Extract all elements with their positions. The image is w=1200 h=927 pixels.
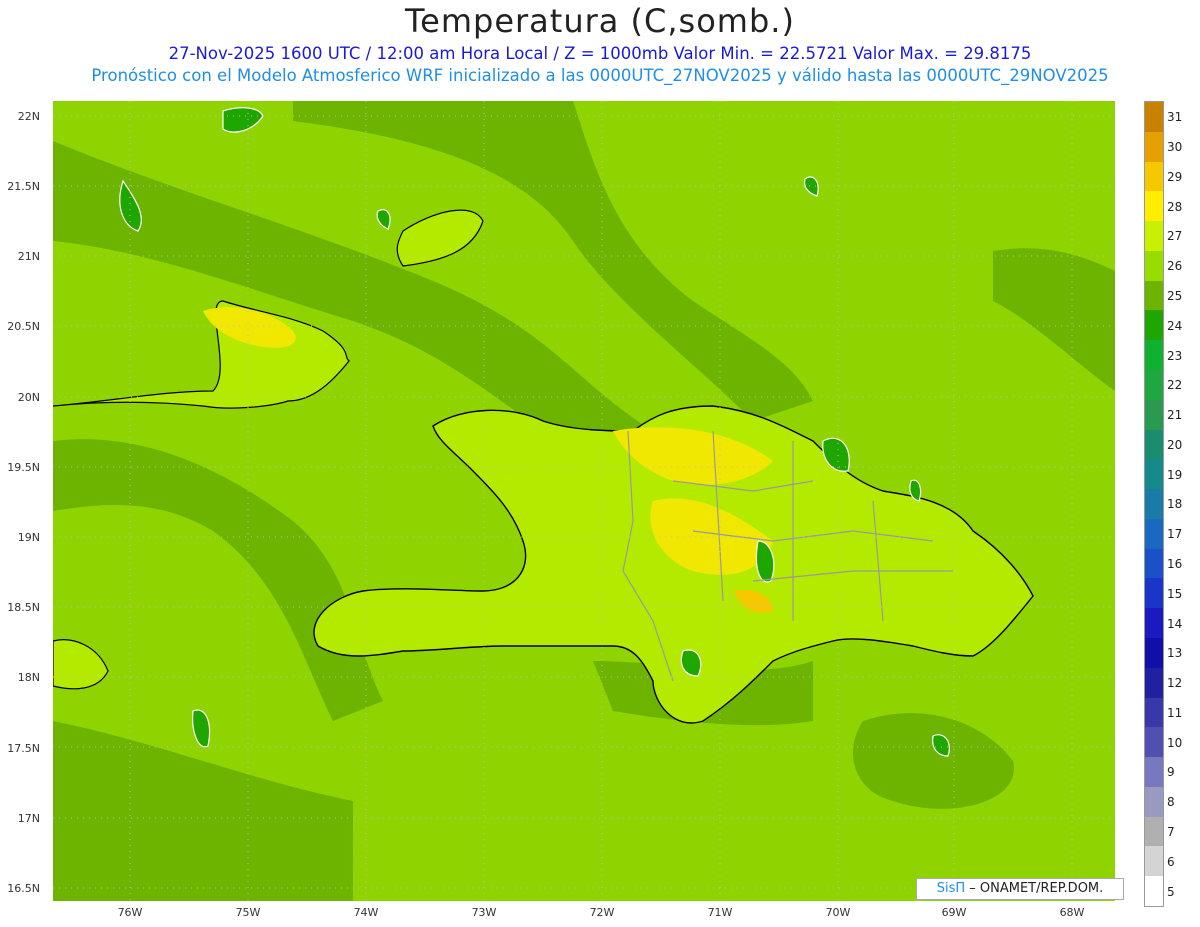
colorbar-segment <box>1145 310 1163 341</box>
lat-label-16-5n: 16.5N <box>7 882 40 895</box>
colorbar-label: 27 <box>1167 229 1183 244</box>
colorbar-segment <box>1145 846 1163 877</box>
colorbar-label: 30 <box>1167 140 1183 155</box>
shade-band-south <box>53 721 353 901</box>
colorbar-label: 25 <box>1167 289 1183 304</box>
lat-label-21-5n: 21.5N <box>7 180 40 193</box>
lat-label-19n: 19N <box>17 531 40 544</box>
colorbar-label: 29 <box>1167 169 1183 184</box>
lat-label-21n: 21N <box>17 250 40 263</box>
colorbar-label: 11 <box>1167 705 1183 720</box>
colorbar-segment <box>1145 816 1163 847</box>
colorbar-label: 31 <box>1167 110 1183 125</box>
colorbar-label: 19 <box>1167 467 1183 482</box>
lat-label-20n: 20N <box>17 391 40 404</box>
credit-brand: SisΠ <box>936 881 966 896</box>
jamaica-landmass <box>53 639 109 690</box>
lon-label-74w: 74W <box>353 906 379 919</box>
temperature-colorbar <box>1144 101 1164 907</box>
lon-label-76w: 76W <box>117 906 143 919</box>
lat-label-18-5n: 18.5N <box>7 601 40 614</box>
colorbar-segment <box>1145 548 1163 579</box>
colorbar-label: 20 <box>1167 437 1183 452</box>
colorbar-label: 7 <box>1167 825 1175 840</box>
colorbar-label: 8 <box>1167 795 1175 810</box>
colorbar-label: 18 <box>1167 497 1183 512</box>
colorbar-label: 9 <box>1167 765 1175 780</box>
colorbar-segment <box>1145 786 1163 818</box>
shade-blob-southeast <box>853 713 1014 809</box>
lon-label-68w: 68W <box>1059 906 1085 919</box>
colorbar-segment <box>1145 757 1163 788</box>
lon-label-71w: 71W <box>707 906 733 919</box>
colorbar-segment <box>1145 638 1163 669</box>
colorbar-segment <box>1145 250 1163 282</box>
colorbar-label: 21 <box>1167 408 1183 423</box>
colorbar-label: 6 <box>1167 854 1175 869</box>
lat-label-22n: 22N <box>17 110 40 123</box>
colorbar-label: 23 <box>1167 348 1183 363</box>
colorbar-label: 13 <box>1167 646 1183 661</box>
credit-box: SisΠ – ONAMET/REP.DOM. <box>916 878 1124 900</box>
lat-label-20-5n: 20.5N <box>7 320 40 333</box>
colorbar-segment <box>1145 340 1163 371</box>
colorbar-segment <box>1145 876 1163 907</box>
colorbar-segment <box>1145 429 1163 460</box>
temperature-map <box>53 101 1115 901</box>
map-canvas <box>53 101 1115 901</box>
island-inagua <box>396 209 484 267</box>
colorbar-segment <box>1145 280 1163 311</box>
colorbar-segment <box>1145 459 1163 490</box>
colorbar-segment <box>1145 489 1163 520</box>
cuba-landmass <box>53 300 350 409</box>
colorbar-segment <box>1145 399 1163 431</box>
colorbar-segment <box>1145 518 1163 550</box>
colorbar-segment <box>1145 102 1163 133</box>
island-crooked <box>222 107 264 133</box>
colorbar-label: 12 <box>1167 676 1183 691</box>
colorbar-label: 15 <box>1167 586 1183 601</box>
colorbar-segment <box>1145 578 1163 609</box>
colorbar-label: 22 <box>1167 378 1183 393</box>
island-mayaguana <box>376 209 391 230</box>
colorbar-label: 28 <box>1167 199 1183 214</box>
lat-label-18n: 18N <box>17 671 40 684</box>
map-subtitle-time: 27-Nov-2025 1600 UTC / 12:00 am Hora Loc… <box>168 44 1032 63</box>
lon-label-75w: 75W <box>235 906 261 919</box>
colorbar-segment <box>1145 697 1163 728</box>
island-turks <box>803 176 819 197</box>
colorbar-label: 5 <box>1167 884 1175 899</box>
colorbar-segment <box>1145 161 1163 192</box>
lon-label-70w: 70W <box>825 906 851 919</box>
colorbar-label: 17 <box>1167 527 1183 542</box>
colorbar-label: 24 <box>1167 318 1183 333</box>
lon-label-72w: 72W <box>589 906 615 919</box>
colorbar-label: 16 <box>1167 557 1183 572</box>
cuba-warm-core <box>203 307 296 348</box>
colorbar-segment <box>1145 370 1163 401</box>
map-title: Temperatura (C,somb.) <box>405 2 795 40</box>
colorbar-segment <box>1145 191 1163 222</box>
colorbar-segment <box>1145 727 1163 758</box>
colorbar-segment <box>1145 608 1163 639</box>
lat-label-17n: 17N <box>17 812 40 825</box>
colorbar-segment <box>1145 131 1163 163</box>
map-subtitle-model: Pronóstico con el Modelo Atmosferico WRF… <box>91 66 1109 85</box>
island-navassa <box>192 709 211 748</box>
colorbar-segment <box>1145 667 1163 699</box>
colorbar-label: 10 <box>1167 735 1183 750</box>
shade-band-east <box>993 248 1115 391</box>
lat-label-19-5n: 19.5N <box>7 461 40 474</box>
colorbar-segment <box>1145 221 1163 252</box>
lon-label-73w: 73W <box>471 906 497 919</box>
credit-text: – ONAMET/REP.DOM. <box>965 881 1104 896</box>
lon-label-69w: 69W <box>941 906 967 919</box>
colorbar-label: 26 <box>1167 259 1183 274</box>
colorbar-label: 14 <box>1167 616 1183 631</box>
lat-label-17-5n: 17.5N <box>7 742 40 755</box>
